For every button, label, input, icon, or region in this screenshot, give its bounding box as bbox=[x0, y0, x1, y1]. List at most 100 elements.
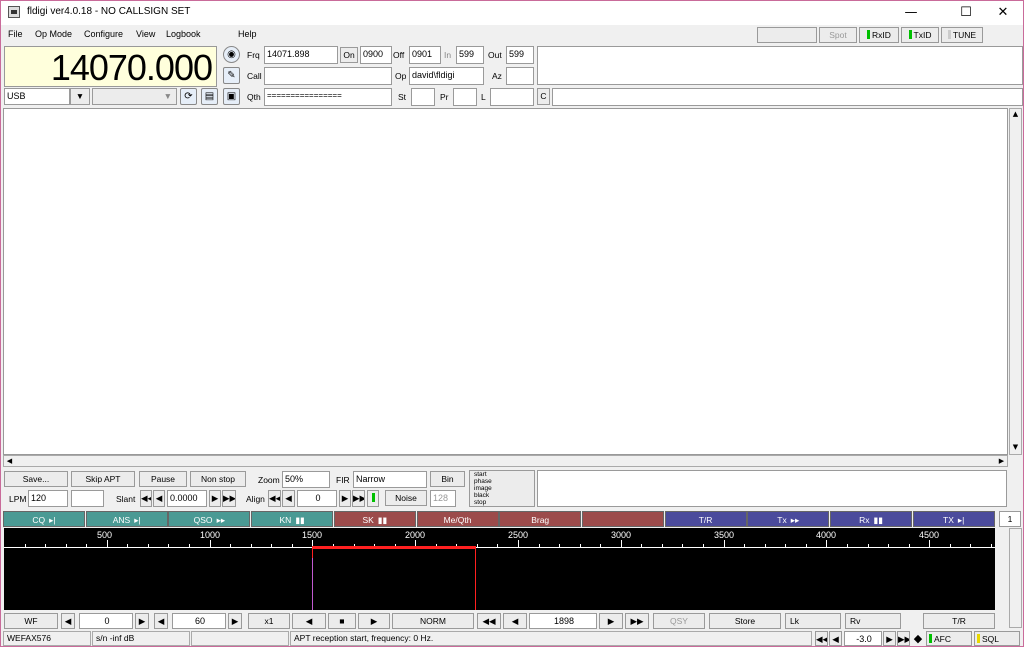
waterfall-display[interactable]: 500 1000 1500 2000 2500 3000 3500 4000 4500 bbox=[4, 528, 995, 610]
bin-toggle[interactable]: Bin bbox=[430, 471, 465, 487]
lpm-extra-field[interactable] bbox=[71, 490, 104, 507]
clipboard-icon[interactable]: ▣ bbox=[223, 88, 240, 105]
st-field[interactable] bbox=[411, 88, 435, 106]
notes-field[interactable] bbox=[537, 46, 1023, 85]
macro-button-9[interactable]: T/R bbox=[664, 511, 747, 527]
offset-field[interactable]: 0 bbox=[79, 613, 133, 629]
speed-right-icon[interactable]: ▶ bbox=[228, 613, 242, 629]
menu-file[interactable]: File bbox=[8, 29, 23, 39]
rx-vscrollbar[interactable]: ▲ ▼ bbox=[1009, 108, 1022, 455]
status-mode[interactable]: WEFAX576 bbox=[3, 631, 91, 646]
on-time-field[interactable]: 0900 bbox=[360, 46, 392, 64]
txid-button[interactable]: TxID bbox=[901, 27, 939, 43]
macro-page-button[interactable]: 1 bbox=[999, 511, 1021, 527]
globe-icon[interactable]: ◉ bbox=[223, 46, 240, 63]
freq-fast-left-icon[interactable]: ◀◀ bbox=[477, 613, 501, 629]
slant-field[interactable]: 0.0000 bbox=[167, 490, 207, 507]
macro-button-3[interactable]: QSO ▸▸ bbox=[168, 511, 251, 527]
menu-configure[interactable]: Configure bbox=[84, 29, 123, 39]
norm-button[interactable]: NORM bbox=[392, 613, 474, 629]
frq-field[interactable]: 14071.898 bbox=[264, 46, 338, 64]
wf-right-icon[interactable]: ▶ bbox=[358, 613, 390, 629]
noise-toggle[interactable]: Noise bbox=[385, 490, 427, 506]
book-icon[interactable]: ▤ bbox=[201, 88, 218, 105]
menu-logbook[interactable]: Logbook bbox=[166, 29, 201, 39]
macro-button-8[interactable] bbox=[581, 511, 664, 527]
off-time-field[interactable]: 0901 bbox=[409, 46, 441, 64]
frequency-display[interactable]: 14070.000 bbox=[4, 46, 217, 88]
op-field[interactable]: david\fldigi bbox=[409, 67, 484, 85]
scroll-down-icon[interactable]: ▼ bbox=[1010, 442, 1021, 453]
macro-button-2[interactable]: ANS ▸| bbox=[85, 511, 168, 527]
sql-fast-left-icon[interactable]: ◀◀ bbox=[815, 631, 828, 646]
slant-fast-right-icon[interactable]: ▶▶ bbox=[222, 490, 236, 507]
align-right-icon[interactable]: ▶ bbox=[339, 490, 351, 507]
extra-field[interactable] bbox=[552, 88, 1023, 106]
offset-left-icon[interactable]: ◀ bbox=[61, 613, 75, 629]
scroll-up-icon[interactable]: ▲ bbox=[1010, 109, 1021, 120]
mode-select[interactable]: USB bbox=[4, 88, 70, 105]
rst-in-field[interactable]: 599 bbox=[456, 46, 484, 64]
minimize-button[interactable]: — bbox=[889, 1, 933, 25]
wf-left-icon[interactable]: ◀ bbox=[292, 613, 326, 629]
spot-button[interactable]: Spot bbox=[819, 27, 857, 43]
pr-field[interactable] bbox=[453, 88, 477, 106]
freq-left-icon[interactable]: ◀ bbox=[503, 613, 527, 629]
x1-button[interactable]: x1 bbox=[248, 613, 290, 629]
noise-value-field[interactable]: 128 bbox=[430, 490, 456, 507]
sql-level-field[interactable]: -3.0 bbox=[844, 631, 882, 646]
mode-dropdown-icon[interactable]: ▼ bbox=[70, 88, 90, 105]
macro-button-7[interactable]: Brag bbox=[499, 511, 582, 527]
align-indicator-button[interactable] bbox=[367, 490, 379, 507]
rst-out-field[interactable]: 599 bbox=[506, 46, 534, 64]
c-button[interactable]: C bbox=[537, 88, 550, 105]
waterfall-scrollbar[interactable] bbox=[1009, 528, 1022, 628]
macro-button-1[interactable]: CQ ▸| bbox=[3, 511, 85, 527]
rx-hscrollbar[interactable]: ◀ ▶ bbox=[3, 455, 1008, 467]
align-fast-right-icon[interactable]: ▶▶ bbox=[352, 490, 365, 507]
lock-toggle[interactable]: Lk bbox=[785, 613, 841, 629]
tr-toggle[interactable]: T/R bbox=[923, 613, 995, 629]
receive-pane[interactable] bbox=[3, 108, 1008, 455]
wf-stop-icon[interactable]: ■ bbox=[328, 613, 356, 629]
align-left-icon[interactable]: ◀ bbox=[282, 490, 295, 507]
afc-toggle[interactable]: AFC bbox=[926, 631, 972, 646]
align-field[interactable]: 0 bbox=[297, 490, 337, 507]
fir-select[interactable]: Narrow bbox=[353, 471, 427, 488]
refresh-icon[interactable]: ⟳ bbox=[180, 88, 197, 105]
call-field[interactable] bbox=[264, 67, 392, 85]
macro-button-5[interactable]: SK ▮▮ bbox=[333, 511, 416, 527]
offset-right-icon[interactable]: ▶ bbox=[135, 613, 149, 629]
scroll-right-icon[interactable]: ▶ bbox=[996, 456, 1007, 466]
az-field[interactable] bbox=[506, 67, 534, 85]
zoom-select[interactable]: 50% bbox=[282, 471, 330, 488]
macro-button-11[interactable]: Rx ▮▮ bbox=[830, 511, 912, 527]
align-fast-left-icon[interactable]: ◀◀ bbox=[268, 490, 281, 507]
freq-fast-right-icon[interactable]: ▶▶ bbox=[625, 613, 649, 629]
macro-button-4[interactable]: KN ▮▮ bbox=[251, 511, 334, 527]
slant-right-icon[interactable]: ▶ bbox=[209, 490, 221, 507]
close-button[interactable]: ✕ bbox=[981, 1, 1023, 25]
diamond-icon[interactable]: ◆ bbox=[912, 632, 924, 645]
sql-fast-right-icon[interactable]: ▶▶ bbox=[897, 631, 910, 646]
sql-left-icon[interactable]: ◀ bbox=[829, 631, 842, 646]
freq-right-icon[interactable]: ▶ bbox=[599, 613, 623, 629]
reverse-toggle[interactable]: Rv bbox=[845, 613, 901, 629]
qth-field[interactable]: ================ bbox=[264, 88, 392, 106]
wf-mode-button[interactable]: WF bbox=[4, 613, 58, 629]
store-button[interactable]: Store bbox=[709, 613, 781, 629]
skip-apt-button[interactable]: Skip APT bbox=[71, 471, 135, 487]
macro-button-10[interactable]: Tx ▸▸ bbox=[747, 511, 830, 527]
slant-left-icon[interactable]: ◀ bbox=[153, 490, 165, 507]
menu-help[interactable]: Help bbox=[238, 29, 257, 39]
sql-right-icon[interactable]: ▶ bbox=[883, 631, 896, 646]
scroll-left-icon[interactable]: ◀ bbox=[4, 456, 15, 466]
speed-left-icon[interactable]: ◀ bbox=[154, 613, 168, 629]
pause-button[interactable]: Pause bbox=[139, 471, 187, 487]
bandwidth-select[interactable]: ▼ bbox=[92, 88, 177, 105]
qsy-button[interactable]: QSY bbox=[653, 613, 705, 629]
macro-button-12[interactable]: TX ▸| bbox=[912, 511, 995, 527]
broom-icon[interactable]: ✎ bbox=[223, 67, 240, 84]
sql-toggle[interactable]: SQL bbox=[974, 631, 1020, 646]
slant-fast-left-icon[interactable]: ◀◀ bbox=[140, 490, 152, 507]
